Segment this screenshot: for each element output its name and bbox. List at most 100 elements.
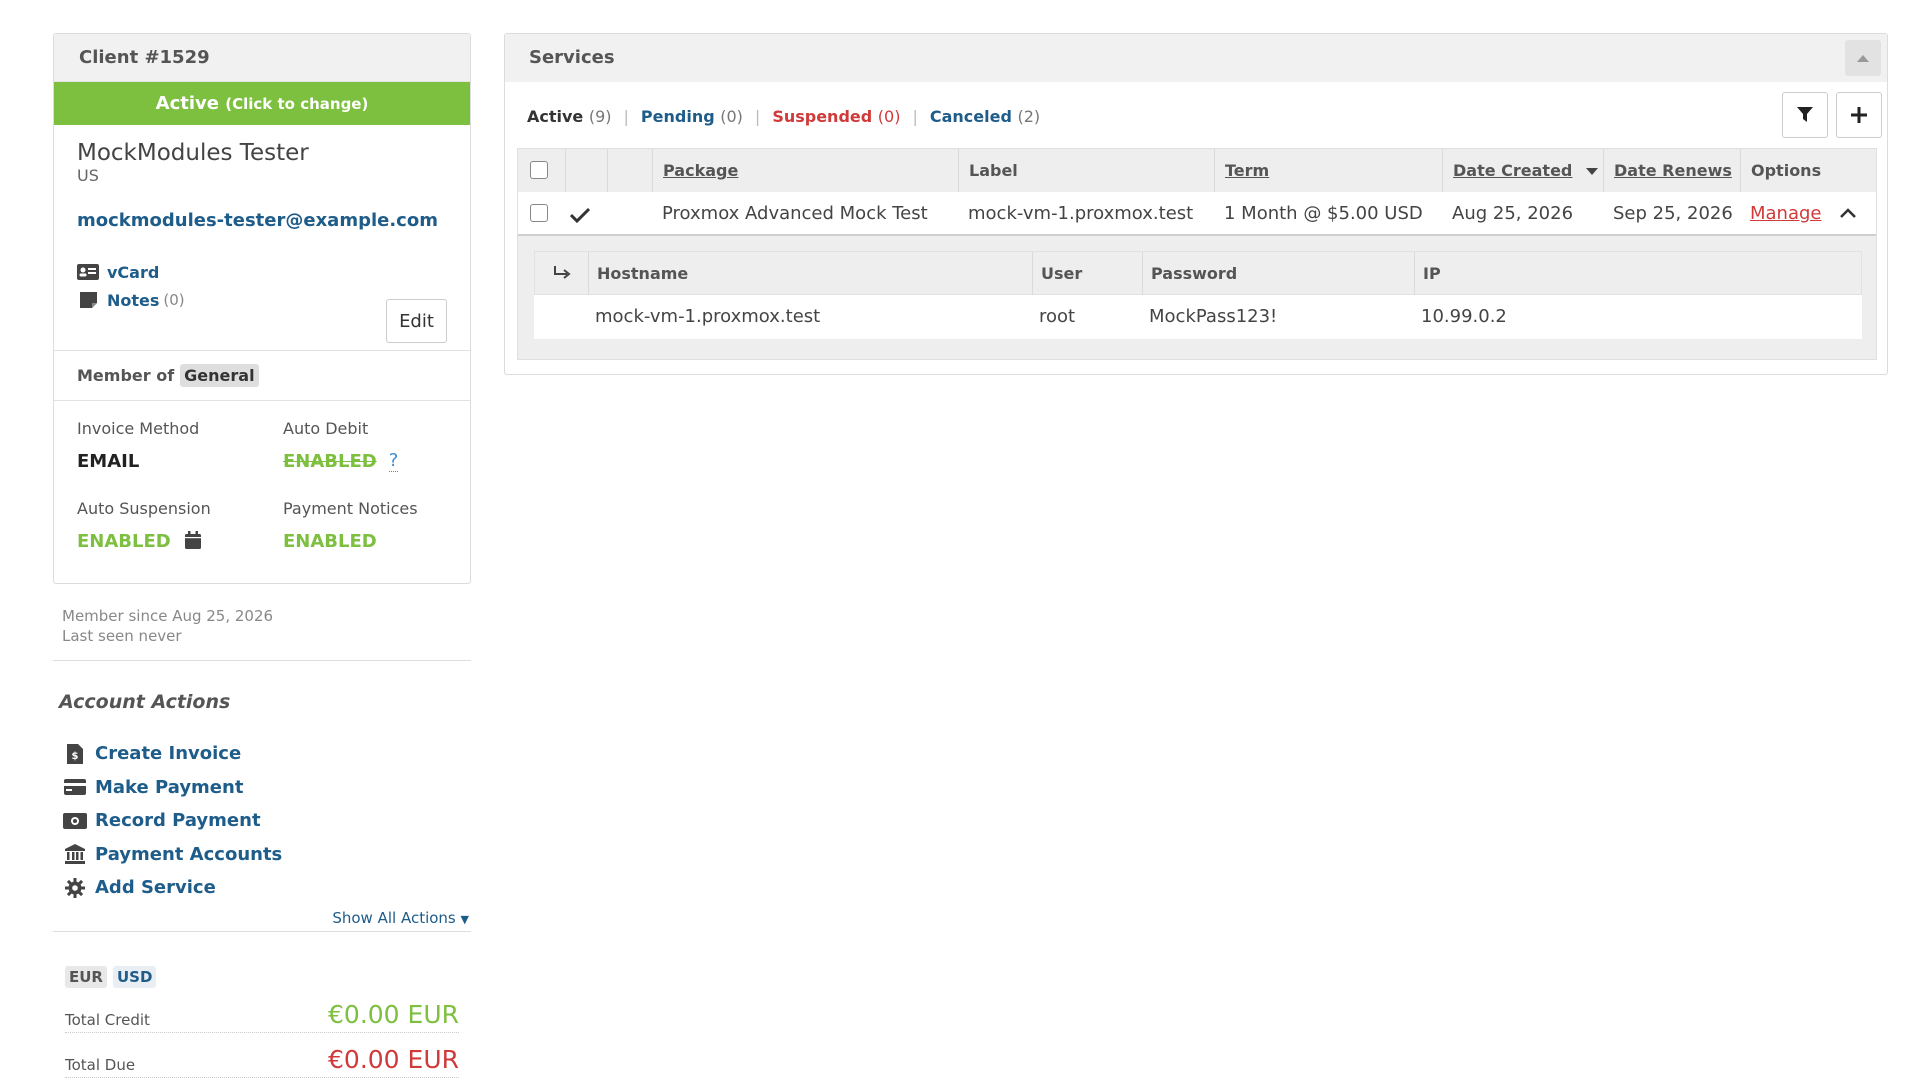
caret-up-icon [1857,55,1869,62]
client-group-badge[interactable]: General [180,364,259,387]
invoice-method-value: EMAIL [77,451,140,472]
table-row[interactable]: Proxmox Advanced Mock Test mock-vm-1.pro… [518,192,1876,236]
last-seen: Last seen never [62,627,182,645]
add-service-label: Add Service [95,877,216,899]
filter-suspended-label: Suspended [772,107,873,126]
total-credit-label: Total Credit [65,1010,150,1029]
payment-accounts-action[interactable]: Payment Accounts [63,838,471,872]
select-all-checkbox[interactable] [530,161,548,179]
member-of-label: Member of [77,366,175,385]
client-card: Client #1529 Active (Click to change) Mo… [53,33,471,584]
filter-active-label: Active [527,107,584,126]
member-of: Member of General [54,351,470,401]
column-divider [565,149,566,192]
show-all-actions-label: Show All Actions [332,908,456,927]
currency-tabs: EUR USD [53,965,471,988]
filter-icon [1797,107,1813,122]
currency-tab-eur[interactable]: EUR [65,965,107,988]
service-details-row: mock-vm-1.proxmox.test root MockPass123!… [534,295,1862,339]
client-settings: Invoice Method EMAIL Auto Debit ENABLED … [54,401,470,583]
filter-canceled-tab[interactable]: Canceled (2) [930,107,1040,126]
service-details-header: Hostname User Password IP [534,251,1862,296]
payment-notices-label: Payment Notices [283,499,418,518]
detail-column-hostname: Hostname [588,252,688,296]
filter-pending-tab[interactable]: Pending (0) [641,107,743,126]
filter-pending-label: Pending [640,107,715,126]
filter-canceled-count: (2) [1017,107,1041,126]
auto-suspension-setting: ENABLED [77,521,283,573]
separator: | [623,107,629,126]
chevron-up-icon[interactable] [1840,208,1856,218]
column-date-created[interactable]: Date Created [1442,149,1598,192]
row-date-renews: Sep 25, 2026 [1613,203,1733,224]
detail-column-user: User [1032,252,1082,296]
auto-debit-label: Auto Debit [283,419,369,438]
credit-card-icon [64,779,86,796]
column-date-created-label: Date Created [1453,161,1573,180]
payment-notices-value: ENABLED [283,531,377,552]
record-payment-label: Record Payment [95,810,261,832]
row-checkbox[interactable] [530,204,548,222]
record-payment-action[interactable]: Record Payment [63,804,471,838]
calendar-icon[interactable] [184,531,201,549]
invoice-icon: $ [67,743,83,764]
currency-tab-usd[interactable]: USD [112,965,157,988]
client-email-link[interactable]: mockmodules-tester@example.com [77,210,447,231]
filter-suspended-tab[interactable]: Suspended (0) [772,107,900,126]
reply-arrow-icon [554,266,571,279]
separator: | [912,107,918,126]
service-details: Hostname User Password IP mock-vm-1.prox… [534,251,1862,339]
filter-suspended-count: (0) [877,107,901,126]
add-service-action[interactable]: Add Service [63,871,471,905]
auto-debit-help-link[interactable]: ? [388,451,399,472]
vcard-link[interactable]: vCard [77,258,447,286]
column-divider [607,149,608,192]
auto-debit-value: ENABLED [283,451,377,472]
filter-active-tab[interactable]: Active (9) [527,107,612,126]
add-service-button[interactable] [1836,92,1882,138]
member-since-info: Member since Aug 25, 2026 Last seen neve… [53,606,471,646]
manage-link[interactable]: Manage [1740,192,1822,236]
row-package: Proxmox Advanced Mock Test [662,203,928,224]
services-title: Services [529,47,615,68]
svg-text:$: $ [72,751,79,762]
auto-suspension-value: ENABLED [77,531,171,552]
collapse-panel-button[interactable] [1845,40,1881,76]
total-due-row: Total Due €0.00 EUR [65,1033,459,1078]
column-date-renews[interactable]: Date Renews [1603,149,1732,192]
money-icon [63,812,87,829]
detail-column-ip: IP [1414,252,1441,296]
row-term: 1 Month @ $5.00 USD [1224,203,1423,224]
detail-password: MockPass123! [1149,306,1278,327]
plus-icon [1851,107,1867,123]
bank-icon [65,844,85,865]
show-all-actions-link[interactable]: Show All Actions ▼ [53,905,471,932]
vcard-label: vCard [107,262,160,282]
auto-suspension-label: Auto Suspension [77,499,211,518]
gear-icon [65,877,85,898]
separator: | [754,107,761,126]
make-payment-action[interactable]: Make Payment [63,771,471,805]
payment-accounts-label: Payment Accounts [95,843,283,865]
divider [53,660,471,661]
filter-active-count: (9) [588,107,612,126]
services-table-header: Package Label Term Date Created Date Ren… [518,149,1876,192]
column-term[interactable]: Term [1214,149,1269,192]
total-credit-value: €0.00 EUR [328,999,459,1029]
edit-client-button[interactable]: Edit [386,299,447,343]
services-header: Services [505,34,1887,82]
notes-count: (0) [163,291,185,309]
row-date-created: Aug 25, 2026 [1452,203,1574,224]
create-invoice-action[interactable]: $ Create Invoice [63,737,471,771]
detail-ip: 10.99.0.2 [1421,306,1507,327]
client-status-button[interactable]: Active (Click to change) [54,82,470,125]
column-package[interactable]: Package [652,149,738,192]
checkmark-icon [570,207,590,223]
services-table: Package Label Term Date Created Date Ren… [517,148,1877,360]
filter-button[interactable] [1782,92,1828,138]
client-info: MockModules Tester US mockmodules-tester… [54,125,470,351]
sort-desc-icon [1585,168,1598,175]
detail-hostname: mock-vm-1.proxmox.test [595,306,821,327]
client-name: MockModules Tester [77,140,309,166]
detail-column-password: Password [1142,252,1237,296]
